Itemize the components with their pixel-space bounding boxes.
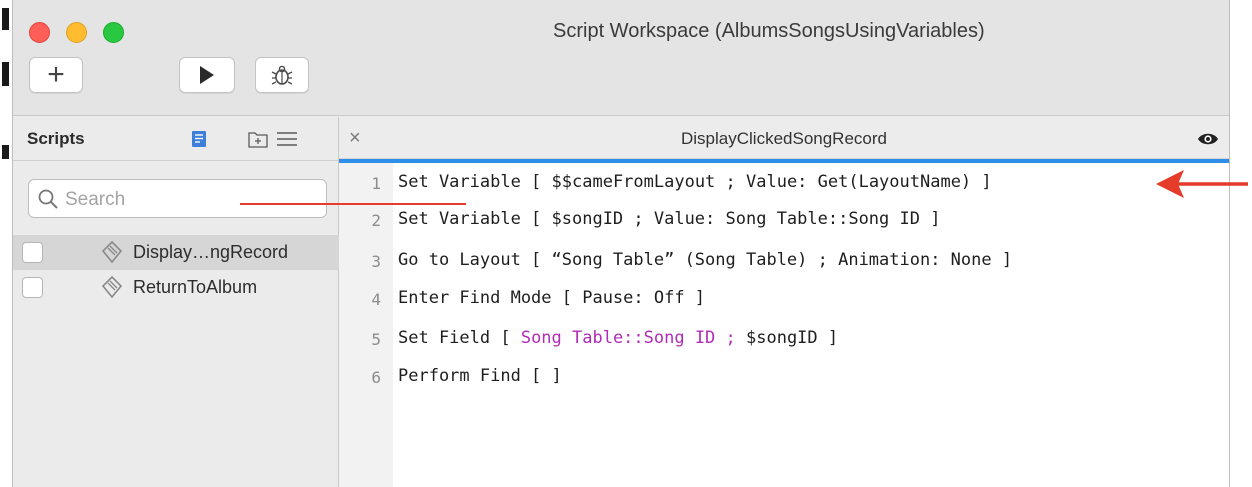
scripts-panel-title: Scripts — [27, 129, 85, 148]
script-workspace-window: Script Workspace (AlbumsSongsUsingVariab… — [12, 0, 1230, 487]
script-search-box[interactable] — [28, 179, 327, 218]
line-number: 3 — [371, 252, 381, 271]
scripts-panel: Scripts Search Display…ngRecord ReturnTo… — [13, 117, 339, 487]
edge-mark — [2, 145, 9, 159]
line-number: 6 — [371, 368, 381, 387]
window-title: Script Workspace (AlbumsSongsUsingVariab… — [553, 20, 985, 42]
script-tab-bar: × DisplayClickedSongRecord — [339, 117, 1229, 159]
script-step[interactable]: 6 Perform Find [ ] — [339, 363, 1229, 393]
line-number: 2 — [371, 211, 381, 230]
edge-mark — [2, 62, 9, 86]
step-text: Set Variable [ $songID ; Value: Song Tab… — [398, 209, 941, 229]
new-script-button[interactable]: + — [29, 57, 83, 93]
separator-lines-icon[interactable] — [276, 130, 298, 148]
step-text: Enter Find Mode [ Pause: Off ] — [398, 288, 706, 308]
zoom-window-button[interactable] — [103, 22, 124, 43]
bug-icon — [271, 65, 293, 85]
search-input[interactable] — [63, 186, 317, 214]
script-checkbox[interactable] — [22, 277, 43, 298]
step-text: Go to Layout [ “Song Table” (Song Table)… — [398, 250, 1013, 270]
new-script-icon[interactable] — [191, 130, 207, 148]
script-item[interactable]: Display…ngRecord — [13, 235, 339, 270]
title-bar: Script Workspace (AlbumsSongsUsingVariab… — [13, 0, 1229, 116]
line-number: 4 — [371, 290, 381, 309]
step-text: Set Field [ Song Table::Song ID ; $songI… — [398, 328, 839, 348]
run-script-button[interactable] — [179, 57, 235, 93]
minimize-window-button[interactable] — [66, 22, 87, 43]
scripts-panel-header: Scripts — [13, 117, 338, 161]
script-step[interactable]: 3 Go to Layout [ “Song Table” (Song Tabl… — [339, 247, 1229, 277]
search-icon — [38, 189, 58, 209]
eye-icon[interactable] — [1197, 131, 1219, 147]
script-icon — [101, 275, 123, 299]
active-tab-indicator — [339, 159, 1229, 163]
close-window-button[interactable] — [29, 22, 50, 43]
debug-script-button[interactable] — [255, 57, 309, 93]
script-item-label: Display…ngRecord — [133, 242, 289, 262]
script-step[interactable]: 2 Set Variable [ $songID ; Value: Song T… — [339, 206, 1229, 236]
play-icon — [200, 66, 214, 84]
script-checkbox[interactable] — [22, 242, 43, 263]
new-folder-icon[interactable] — [248, 130, 268, 148]
line-number: 5 — [371, 330, 381, 349]
script-step[interactable]: 1 Set Variable [ $$cameFromLayout ; Valu… — [339, 169, 1229, 199]
script-item-label: ReturnToAlbum — [133, 277, 258, 297]
script-icon — [101, 240, 123, 264]
edge-mark — [2, 8, 9, 30]
annotation-underline — [240, 203, 466, 205]
script-item[interactable]: ReturnToAlbum — [13, 270, 339, 305]
script-editor: × DisplayClickedSongRecord 1 Set Variabl… — [339, 117, 1229, 487]
script-tab-title[interactable]: DisplayClickedSongRecord — [339, 129, 1229, 149]
annotation-arrow-icon — [1156, 170, 1248, 198]
line-number: 1 — [371, 174, 381, 193]
step-text: Set Variable [ $$cameFromLayout ; Value:… — [398, 172, 992, 192]
background-edge — [0, 0, 12, 487]
plus-icon: + — [47, 58, 65, 91]
script-step[interactable]: 5 Set Field [ Song Table::Song ID ; $son… — [339, 325, 1229, 355]
step-text: Perform Find [ ] — [398, 366, 562, 386]
script-step[interactable]: 4 Enter Find Mode [ Pause: Off ] — [339, 285, 1229, 315]
